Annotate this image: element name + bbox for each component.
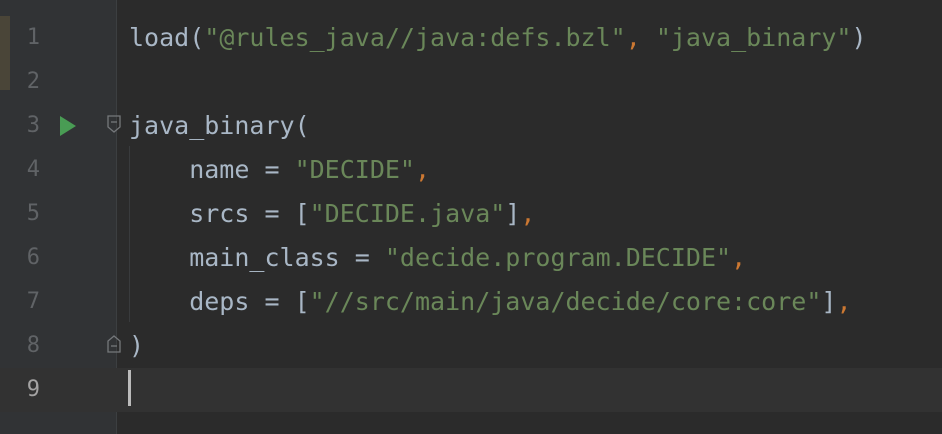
code-token-comma: , <box>625 23 656 52</box>
code-line[interactable]: 5 srcs = ["DECIDE.java"], <box>0 192 942 236</box>
code-token-punct: ) <box>851 23 867 52</box>
code-token-str: "DECIDE.java" <box>309 199 506 228</box>
code-line[interactable]: 4 name = "DECIDE", <box>0 148 942 192</box>
code-token-comma: , <box>520 199 536 228</box>
code-token-punct: ) <box>129 331 145 360</box>
code-line[interactable]: 8) <box>0 324 942 368</box>
fold-end-icon[interactable] <box>107 335 121 353</box>
code-text: name = "DECIDE", <box>129 148 430 192</box>
run-icon[interactable] <box>60 116 76 136</box>
code-token-str: "java_binary" <box>655 23 852 52</box>
code-text: main_class = "decide.program.DECIDE", <box>129 236 746 280</box>
code-text: java_binary( <box>129 104 310 148</box>
code-token-str: "//src/main/java/decide/core:core" <box>309 287 822 316</box>
code-token-ident: name = <box>129 155 295 184</box>
code-line[interactable]: 6 main_class = "decide.program.DECIDE", <box>0 236 942 280</box>
code-token-str: "@rules_java//java:defs.bzl" <box>204 23 626 52</box>
line-number: 9 <box>26 377 40 402</box>
line-number: 1 <box>26 25 40 50</box>
code-token-punct: java_binary( <box>129 111 310 140</box>
line-number: 8 <box>26 333 40 358</box>
code-token-comma: , <box>415 155 431 184</box>
line-number: 6 <box>26 245 40 270</box>
code-token-ident: deps = [ <box>129 287 310 316</box>
code-token-comma: , <box>731 243 747 272</box>
code-token-punct: load( <box>129 23 205 52</box>
code-line[interactable]: 9 <box>0 368 942 412</box>
code-text: load("@rules_java//java:defs.bzl", "java… <box>129 16 867 60</box>
line-number: 5 <box>26 201 40 226</box>
code-text: ) <box>129 324 144 368</box>
code-line[interactable]: 1 load("@rules_java//java:defs.bzl", "jav… <box>0 16 942 60</box>
code-line[interactable]: 3 java_binary( <box>0 104 942 148</box>
code-text: srcs = ["DECIDE.java"], <box>129 192 535 236</box>
line-number: 2 <box>26 69 40 94</box>
code-token-punct: ] <box>821 287 837 316</box>
code-token-str: "decide.program.DECIDE" <box>384 243 732 272</box>
line-number: 4 <box>26 157 40 182</box>
code-token-punct: ] <box>505 199 521 228</box>
code-line[interactable]: 2 <box>0 60 942 104</box>
code-text: deps = ["//src/main/java/decide/core:cor… <box>129 280 852 324</box>
line-number: 3 <box>26 113 40 138</box>
code-token-ident: srcs = [ <box>129 199 310 228</box>
text-caret <box>128 370 131 406</box>
fold-start-icon[interactable] <box>107 115 121 133</box>
code-line[interactable]: 7 deps = ["//src/main/java/decide/core:c… <box>0 280 942 324</box>
code-token-str: "DECIDE" <box>294 155 415 184</box>
code-token-ident: main_class = <box>129 243 385 272</box>
line-number: 7 <box>26 289 40 314</box>
code-editor[interactable]: 1 load("@rules_java//java:defs.bzl", "jav… <box>0 0 942 434</box>
code-token-comma: , <box>836 287 852 316</box>
